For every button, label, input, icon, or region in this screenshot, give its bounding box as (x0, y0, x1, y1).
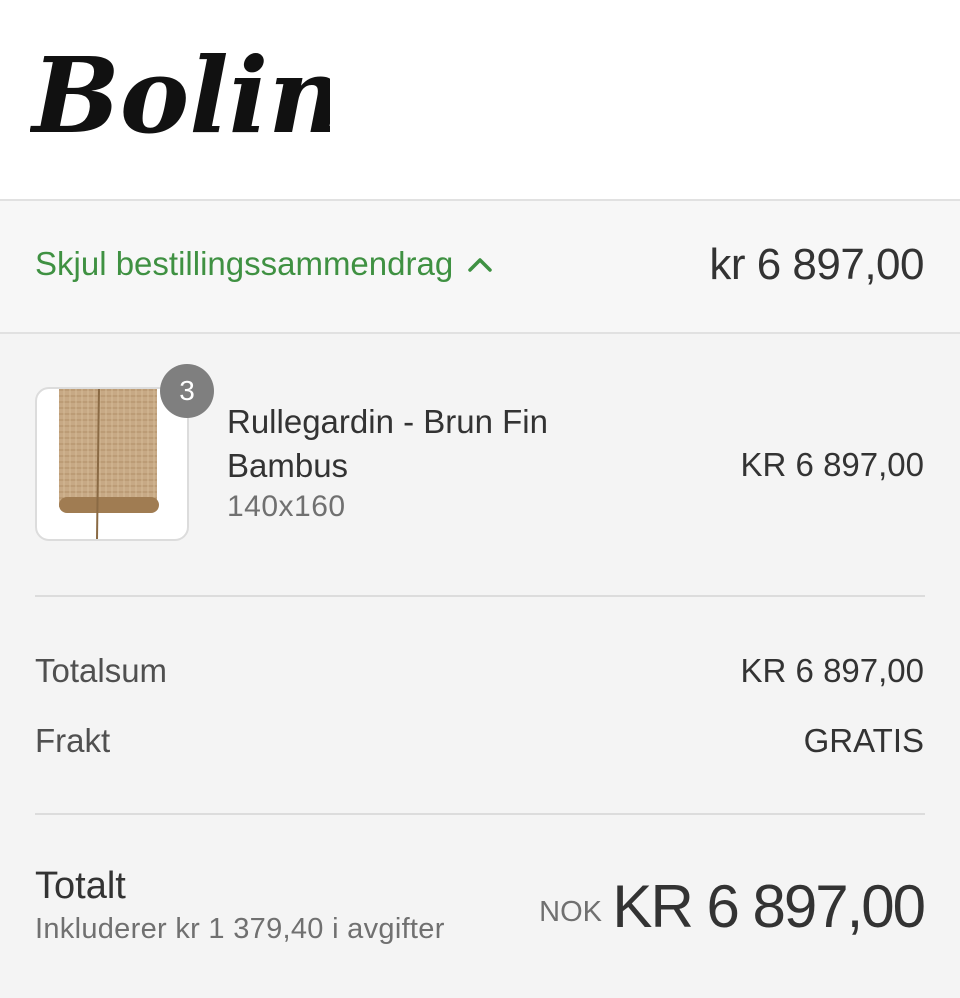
product-price: KR 6 897,00 (740, 446, 924, 483)
total-label: Totalt (35, 865, 126, 907)
quantity-badge: 3 (160, 364, 214, 418)
divider (35, 595, 925, 597)
brand-logo[interactable]: Bolina (30, 20, 330, 150)
toggle-order-summary-button[interactable]: Skjul bestillingssammendrag (35, 245, 493, 283)
grand-total: KR 6 897,00 (612, 873, 926, 940)
page-header: Bolina (0, 0, 960, 201)
bamboo-roller-blind-image (59, 388, 159, 540)
product-thumbnail (35, 387, 189, 541)
toggle-order-summary-label: Skjul bestillingssammendrag (35, 245, 454, 282)
summary-total-price: kr 6 897,00 (709, 240, 924, 289)
chevron-up-icon (468, 258, 492, 272)
subtotal-value: KR 6 897,00 (740, 652, 924, 689)
shipping-label: Frakt (35, 722, 111, 759)
currency-code: NOK (539, 896, 602, 928)
shipping-value: GRATIS (803, 722, 924, 759)
divider (35, 813, 925, 815)
product-name: Rullegardin - Brun Fin Bambus (227, 403, 548, 484)
subtotal-label: Totalsum (35, 652, 168, 689)
product-variant: 140x160 (227, 490, 346, 523)
brand-logo-text: Bolina (30, 34, 330, 150)
tax-note: Inkluderer kr 1 379,40 i avgifter (35, 913, 445, 945)
